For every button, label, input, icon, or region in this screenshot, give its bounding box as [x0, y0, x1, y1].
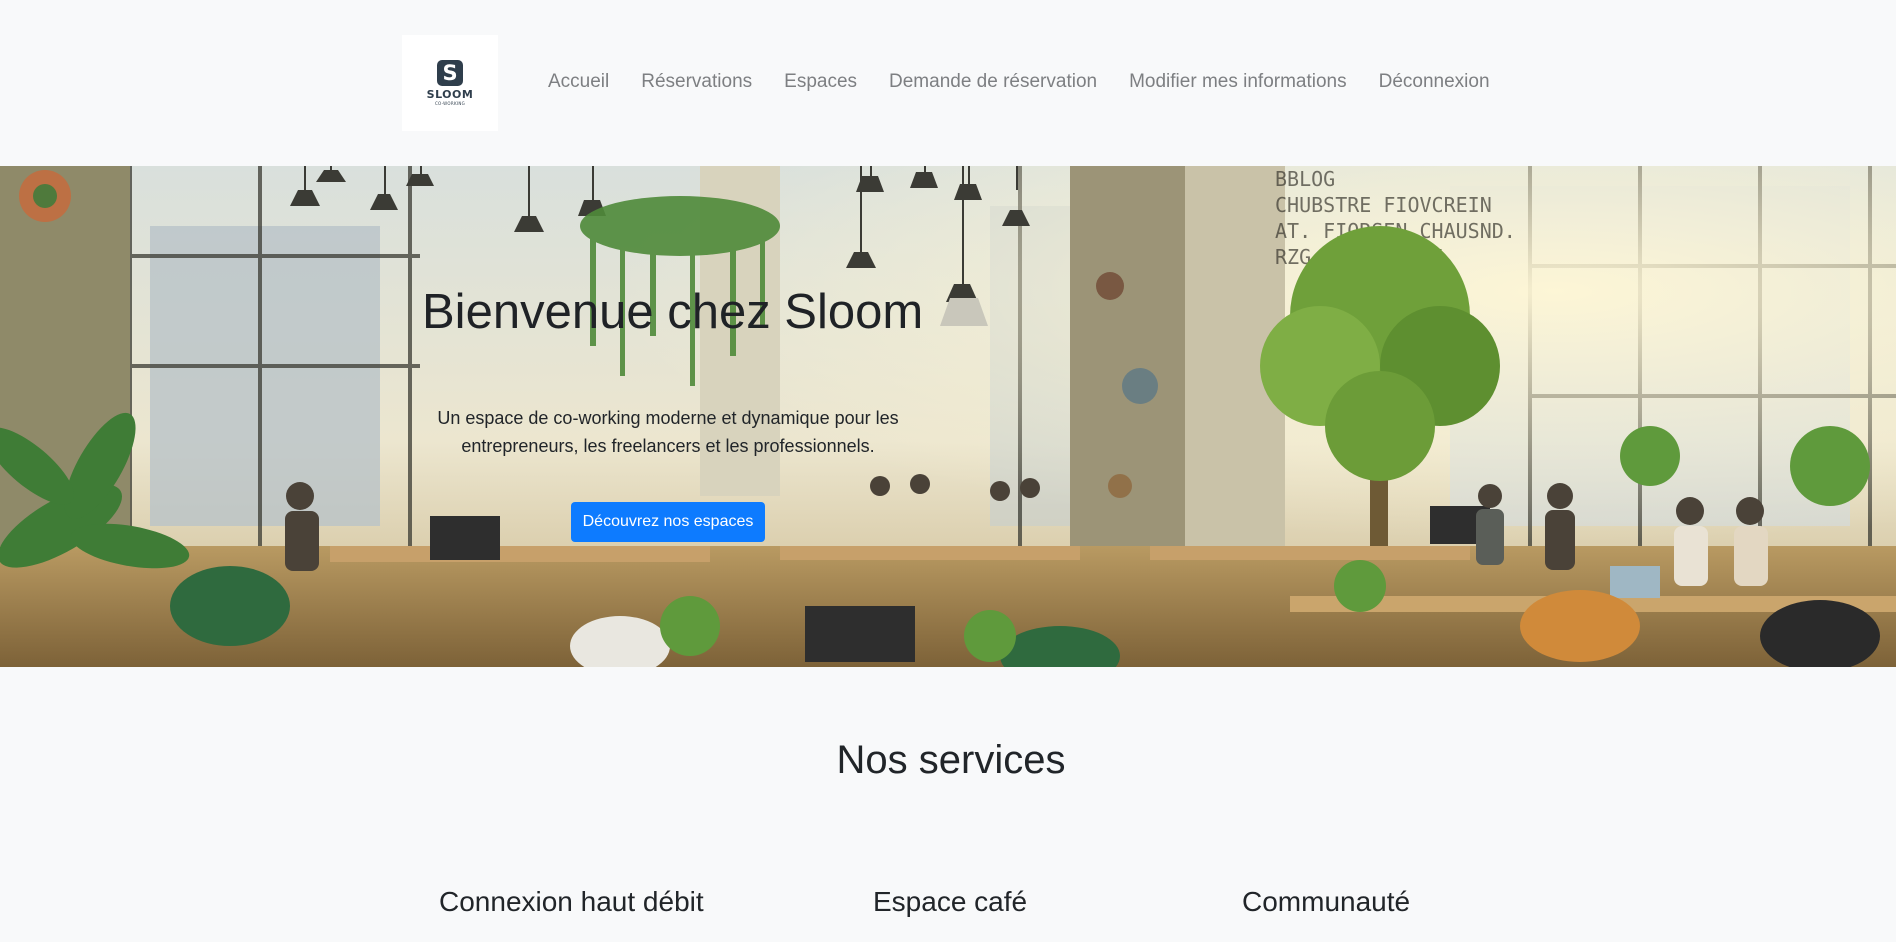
- nav-link-espaces[interactable]: Espaces: [768, 71, 873, 93]
- services-section-title: Nos services: [836, 738, 1066, 782]
- nav-menu: Accueil Réservations Espaces Demande de …: [532, 68, 1506, 96]
- service-communaute: Communauté: [1242, 886, 1411, 917]
- discover-spaces-button[interactable]: Découvrez nos espaces: [570, 502, 766, 542]
- logo-subtitle: CO-WORKING: [434, 101, 466, 106]
- coworking-hero-image: BBLOGCHUBSTRE FIOVCREINAT. FIORSEN CHAUS…: [0, 166, 1896, 667]
- service-connexion-haut-debit: Connexion haut débit: [439, 886, 704, 917]
- hero-content: Bienvenue chez Sloom Un espace de co-wor…: [412, 284, 924, 542]
- service-espace-cafe: Espace café: [873, 886, 1028, 917]
- nav-link-deconnexion[interactable]: Déconnexion: [1363, 71, 1506, 93]
- sloom-logo[interactable]: S SLOOM CO-WORKING: [402, 35, 498, 131]
- nav-link-modifier-informations[interactable]: Modifier mes informations: [1113, 71, 1363, 93]
- logo-mark-icon: S: [437, 60, 463, 86]
- nav-link-accueil[interactable]: Accueil: [532, 71, 625, 93]
- hero-description: Un espace de co-working moderne et dynam…: [437, 408, 899, 456]
- nav-link-demande-reservation[interactable]: Demande de réservation: [873, 71, 1113, 93]
- nav-link-reservations[interactable]: Réservations: [625, 71, 768, 93]
- logo-name: SLOOM: [426, 88, 474, 101]
- hero-title: Bienvenue chez Sloom: [422, 285, 924, 339]
- hero-banner: BBLOGCHUBSTRE FIOVCREINAT. FIORSEN CHAUS…: [0, 166, 1896, 667]
- top-navbar: S SLOOM CO-WORKING Accueil Réservations …: [0, 0, 1896, 166]
